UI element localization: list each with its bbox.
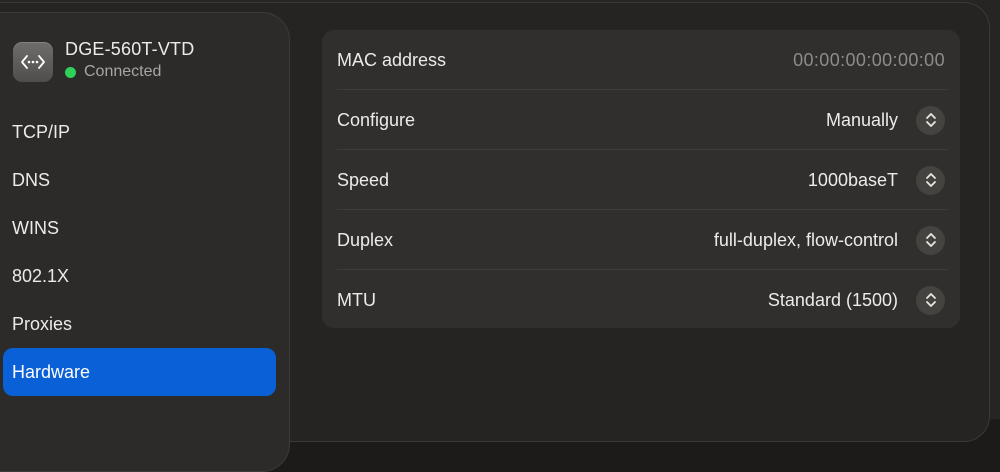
mtu-label: MTU [337, 289, 376, 310]
network-settings-window: DGE-560T-VTD Connected TCP/IP DNS WINS 8… [0, 0, 1000, 472]
ethernet-icon [13, 42, 53, 82]
duplex-select[interactable]: full-duplex, flow-control [713, 225, 945, 255]
duplex-stepper-icon[interactable] [916, 225, 945, 255]
hardware-settings-panel: MAC address 00:00:00:00:00:00 Configure … [322, 30, 960, 328]
sidebar-item-8021x[interactable]: 802.1X [3, 252, 276, 300]
mac-address-label: MAC address [337, 49, 447, 70]
sidebar-item-hardware[interactable]: Hardware [3, 348, 276, 396]
configure-value: Manually [825, 109, 898, 130]
speed-value: 1000baseT [807, 169, 898, 190]
mac-address-row: MAC address 00:00:00:00:00:00 [337, 30, 948, 90]
speed-row: Speed 1000baseT [337, 150, 948, 210]
duplex-label: Duplex [337, 229, 394, 250]
configure-row: Configure Manually [337, 90, 948, 150]
speed-stepper-icon[interactable] [916, 165, 945, 195]
sidebar-item-dns[interactable]: DNS [3, 156, 276, 204]
configure-stepper-icon[interactable] [916, 105, 945, 135]
speed-select[interactable]: 1000baseT [807, 165, 945, 195]
connection-status: Connected [65, 63, 194, 81]
mtu-row: MTU Standard (1500) [337, 270, 945, 330]
configure-label: Configure [337, 109, 416, 130]
speed-label: Speed [337, 169, 390, 190]
device-name: DGE-560T-VTD [65, 39, 195, 59]
status-dot-icon [65, 66, 76, 78]
mtu-value: Standard (1500) [767, 289, 898, 310]
sidebar-item-wins[interactable]: WINS [3, 204, 276, 252]
status-label: Connected [84, 63, 162, 80]
duplex-row: Duplex full-duplex, flow-control [337, 210, 948, 270]
mac-address-value: 00:00:00:00:00:00 [793, 49, 945, 70]
mtu-stepper-icon[interactable] [916, 285, 945, 315]
sidebar-item-tcpip[interactable]: TCP/IP [3, 108, 276, 156]
sidebar-nav: TCP/IP DNS WINS 802.1X Proxies Hardware [3, 108, 276, 396]
duplex-value: full-duplex, flow-control [713, 229, 898, 250]
device-header: DGE-560T-VTD Connected [13, 39, 195, 82]
sidebar-item-proxies[interactable]: Proxies [3, 300, 276, 348]
mtu-select[interactable]: Standard (1500) [767, 285, 945, 315]
configure-select[interactable]: Manually [825, 105, 945, 135]
